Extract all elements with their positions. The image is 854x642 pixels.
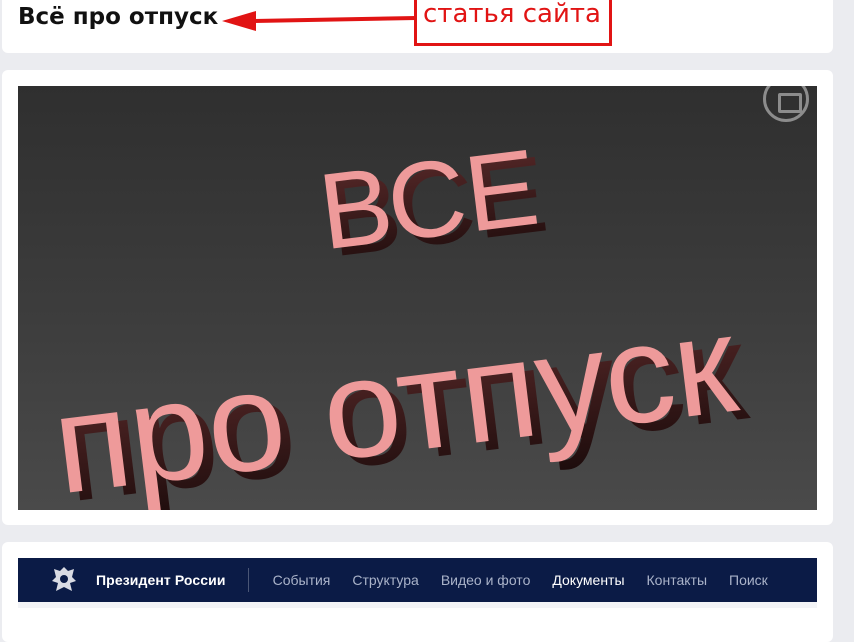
annotation-label: статья сайта <box>423 0 601 29</box>
nav-divider <box>247 568 249 592</box>
coat-of-arms-icon[interactable] <box>50 565 78 595</box>
nav-events[interactable]: События <box>273 572 331 588</box>
promo-image[interactable]: ВСЕ ВСЕ про отпуск про отпуск <box>18 86 817 510</box>
nav-structure[interactable]: Структура <box>352 572 418 588</box>
site-name-link[interactable]: Президент России <box>96 572 226 588</box>
embed-content-strip <box>18 602 817 608</box>
embed-site-header: Президент России События Структура Видео… <box>18 558 817 602</box>
nav-search[interactable]: Поиск <box>729 572 768 588</box>
nav-video-photo[interactable]: Видео и фото <box>441 572 531 588</box>
promo-line2: про отпуск <box>45 284 745 510</box>
embed-card: Президент России События Структура Видео… <box>2 542 833 642</box>
article-title: Всё про отпуск <box>18 4 219 30</box>
promo-3d-text: ВСЕ ВСЕ про отпуск про отпуск <box>45 126 755 510</box>
image-card: ВСЕ ВСЕ про отпуск про отпуск <box>2 70 833 525</box>
annotation-arrow <box>222 11 416 31</box>
nav-documents[interactable]: Документы <box>552 572 624 588</box>
annotation-box: статья сайта <box>414 0 612 46</box>
nav-contacts[interactable]: Контакты <box>647 572 707 588</box>
